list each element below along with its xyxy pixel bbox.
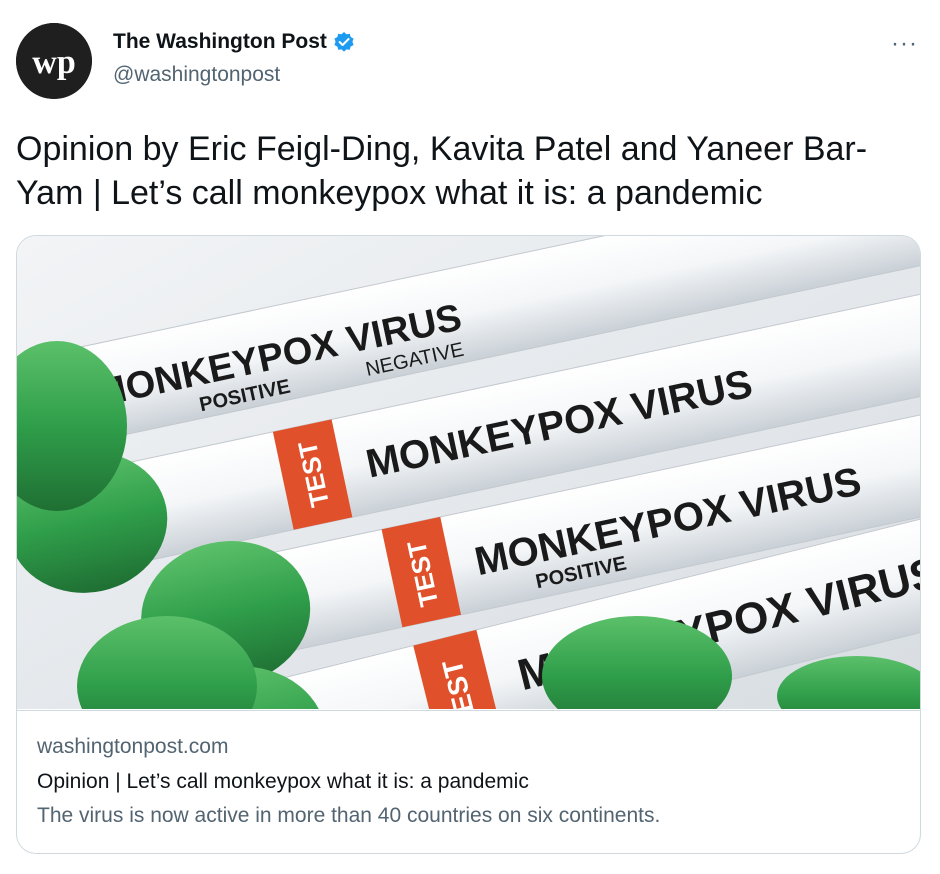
card-meta[interactable]: washingtonpost.com Opinion | Let’s call …	[17, 710, 920, 853]
card-domain: washingtonpost.com	[37, 735, 229, 758]
author-name-row[interactable]: The Washington Post	[113, 30, 355, 54]
verified-badge-icon	[333, 31, 355, 53]
more-icon[interactable]: ···	[891, 30, 918, 58]
author-handle[interactable]: @washingtonpost	[113, 63, 280, 87]
card-description: The virus is now active in more than 40 …	[37, 804, 661, 827]
avatar[interactable]: wp	[16, 23, 92, 99]
tweet-text: Opinion by Eric Feigl-Ding, Kavita Patel…	[16, 130, 868, 212]
card-title: Opinion | Let’s call monkeypox what it i…	[37, 770, 529, 793]
avatar-logo-text: wp	[32, 44, 75, 81]
card-image[interactable]: MONKEYPOX VIRUS POSITIVE NEGATIVE TEST M…	[17, 236, 920, 829]
author-name[interactable]: The Washington Post	[113, 30, 327, 54]
link-card[interactable]: MONKEYPOX VIRUS POSITIVE NEGATIVE TEST M…	[16, 235, 921, 854]
